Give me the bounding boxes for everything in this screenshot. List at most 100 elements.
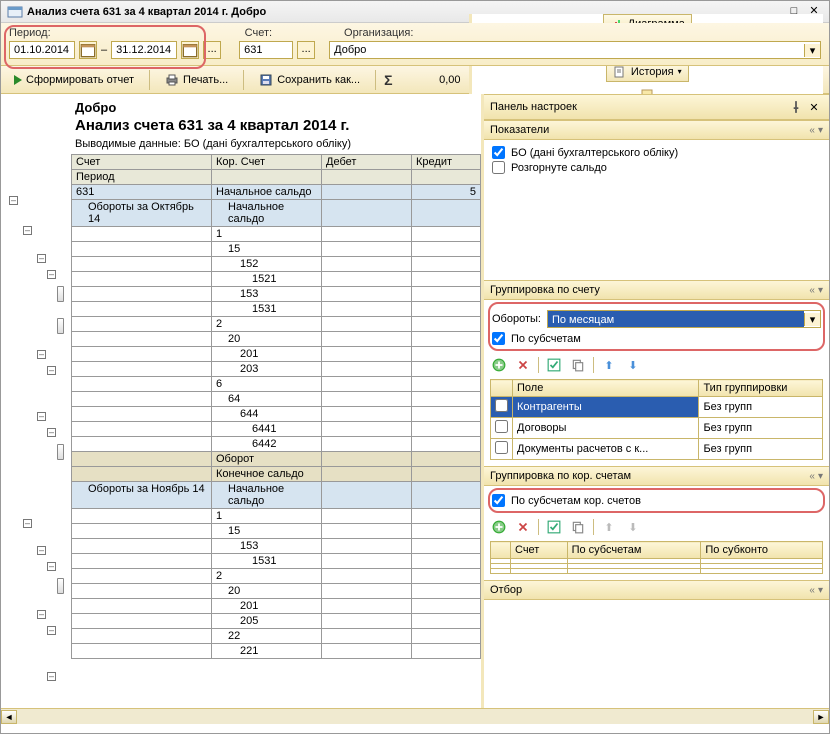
cell-kor: 152: [212, 257, 322, 272]
col-debit: Дебет: [322, 155, 412, 170]
cell-credit: [412, 377, 481, 392]
tree-collapse-icon[interactable]: –: [37, 412, 46, 421]
checkall-icon[interactable]: [545, 356, 563, 374]
tree-collapse-icon[interactable]: –: [47, 366, 56, 375]
subaccounts-checkbox[interactable]: По субсчетам: [492, 332, 821, 345]
close-panel-icon[interactable]: ✕: [805, 98, 823, 116]
cell-account: [72, 437, 212, 452]
group-type[interactable]: Без групп: [699, 418, 823, 439]
cell-kor: 1: [212, 227, 322, 242]
movedown-icon[interactable]: ⬇: [624, 356, 642, 374]
cell-debit: [322, 257, 412, 272]
subaccounts-kor-checkbox[interactable]: По субсчетам кор. счетов: [492, 494, 821, 507]
cell-kor: 153: [212, 287, 322, 302]
cell-credit: [412, 227, 481, 242]
cell-kor: 64: [212, 392, 322, 407]
org-dropdown-icon[interactable]: ▾: [804, 44, 820, 57]
cell-kor: 2: [212, 569, 322, 584]
cell-debit: [322, 287, 412, 302]
sigma-icon[interactable]: Σ: [384, 72, 392, 88]
cell-account: [72, 242, 212, 257]
tree-collapse-icon[interactable]: –: [47, 626, 56, 635]
tree-collapse-icon[interactable]: –: [37, 350, 46, 359]
org-input[interactable]: Добро: [330, 44, 804, 56]
cell-credit: [412, 317, 481, 332]
play-icon: [14, 75, 22, 85]
date-to-input[interactable]: [111, 41, 177, 59]
cell-account: Обороты за Ноябрь 14: [72, 482, 212, 509]
cell-kor: 205: [212, 614, 322, 629]
cell-kor: 221: [212, 644, 322, 659]
cell-credit: [412, 407, 481, 422]
group-type[interactable]: Без групп: [699, 397, 823, 418]
chevron-left-icon[interactable]: «: [809, 125, 815, 136]
tree-collapse-icon[interactable]: –: [47, 562, 56, 571]
calendar-to-icon[interactable]: [181, 41, 199, 59]
cell-kor: Оборот: [212, 452, 322, 467]
group-field[interactable]: Контрагенты: [513, 397, 699, 418]
tree-collapse-icon[interactable]: –: [47, 672, 56, 681]
remove-kor-icon[interactable]: [514, 518, 532, 536]
period-label: Период:: [9, 27, 51, 39]
tree-collapse-icon[interactable]: –: [47, 428, 56, 437]
chevron-down-icon[interactable]: ▾: [818, 125, 823, 136]
cell-kor: 6441: [212, 422, 322, 437]
remove-icon[interactable]: [514, 356, 532, 374]
group-field[interactable]: Документы расчетов с к...: [513, 439, 699, 460]
print-button[interactable]: Печать...: [158, 70, 235, 90]
cell-debit: [322, 185, 412, 200]
cell-kor: 22: [212, 629, 322, 644]
group-field[interactable]: Договоры: [513, 418, 699, 439]
cell-credit: [412, 452, 481, 467]
cell-account: 631: [72, 185, 212, 200]
add-icon[interactable]: [490, 356, 508, 374]
cell-debit: [322, 422, 412, 437]
dropdown-icon[interactable]: ▾: [804, 313, 820, 326]
horizontal-scrollbar[interactable]: ◄►: [1, 708, 829, 724]
cell-account: [72, 584, 212, 599]
expand-checkbox[interactable]: Розгорнуте сальдо: [492, 161, 821, 174]
cell-credit: [412, 584, 481, 599]
group-type[interactable]: Без групп: [699, 439, 823, 460]
save-button[interactable]: Сохранить как...: [252, 70, 367, 90]
turnover-select[interactable]: По месяцам ▾: [547, 310, 821, 328]
tree-collapse-icon[interactable]: –: [23, 226, 32, 235]
cell-debit: [322, 227, 412, 242]
tree-collapse-icon[interactable]: –: [37, 546, 46, 555]
group-kor-header[interactable]: Группировка по кор. счетам «▾: [484, 466, 829, 486]
cell-credit: [412, 362, 481, 377]
tree-collapse-icon[interactable]: –: [9, 196, 18, 205]
bo-checkbox[interactable]: БО (дані бухгалтерського обліку): [492, 146, 821, 159]
cell-debit: [322, 614, 412, 629]
cell-kor: 2: [212, 317, 322, 332]
tree-slider[interactable]: [57, 286, 64, 302]
date-from-input[interactable]: [9, 41, 75, 59]
tree-collapse-icon[interactable]: –: [37, 254, 46, 263]
copy-icon[interactable]: [569, 356, 587, 374]
cell-debit: [322, 377, 412, 392]
tree-slider[interactable]: [57, 578, 64, 594]
group-account-header[interactable]: Группировка по счету «▾: [484, 280, 829, 300]
pin-icon[interactable]: [787, 98, 805, 116]
tree-slider[interactable]: [57, 318, 64, 334]
cell-debit: [322, 347, 412, 362]
period-picker-button[interactable]: ...: [203, 41, 221, 59]
account-input[interactable]: [239, 41, 293, 59]
moveup-icon[interactable]: ⬆: [600, 356, 618, 374]
cell-credit: [412, 302, 481, 317]
form-report-button[interactable]: Сформировать отчет: [7, 71, 141, 89]
indicators-header[interactable]: Показатели « ▾: [484, 120, 829, 140]
report-table: Счет Кор. Счет Дебет Кредит Период 631 Н…: [71, 154, 481, 659]
add-kor-icon[interactable]: [490, 518, 508, 536]
date-separator: –: [101, 44, 107, 56]
tree-collapse-icon[interactable]: –: [37, 610, 46, 619]
tree-collapse-icon[interactable]: –: [23, 519, 32, 528]
tree-collapse-icon[interactable]: –: [47, 270, 56, 279]
calendar-from-icon[interactable]: [79, 41, 97, 59]
filter-header[interactable]: Отбор «▾: [484, 580, 829, 600]
kor-table: СчетПо субсчетамПо субконто: [490, 541, 823, 574]
cell-account: [72, 422, 212, 437]
cell-debit: [322, 362, 412, 377]
tree-slider[interactable]: [57, 444, 64, 460]
account-picker-button[interactable]: ...: [297, 41, 315, 59]
